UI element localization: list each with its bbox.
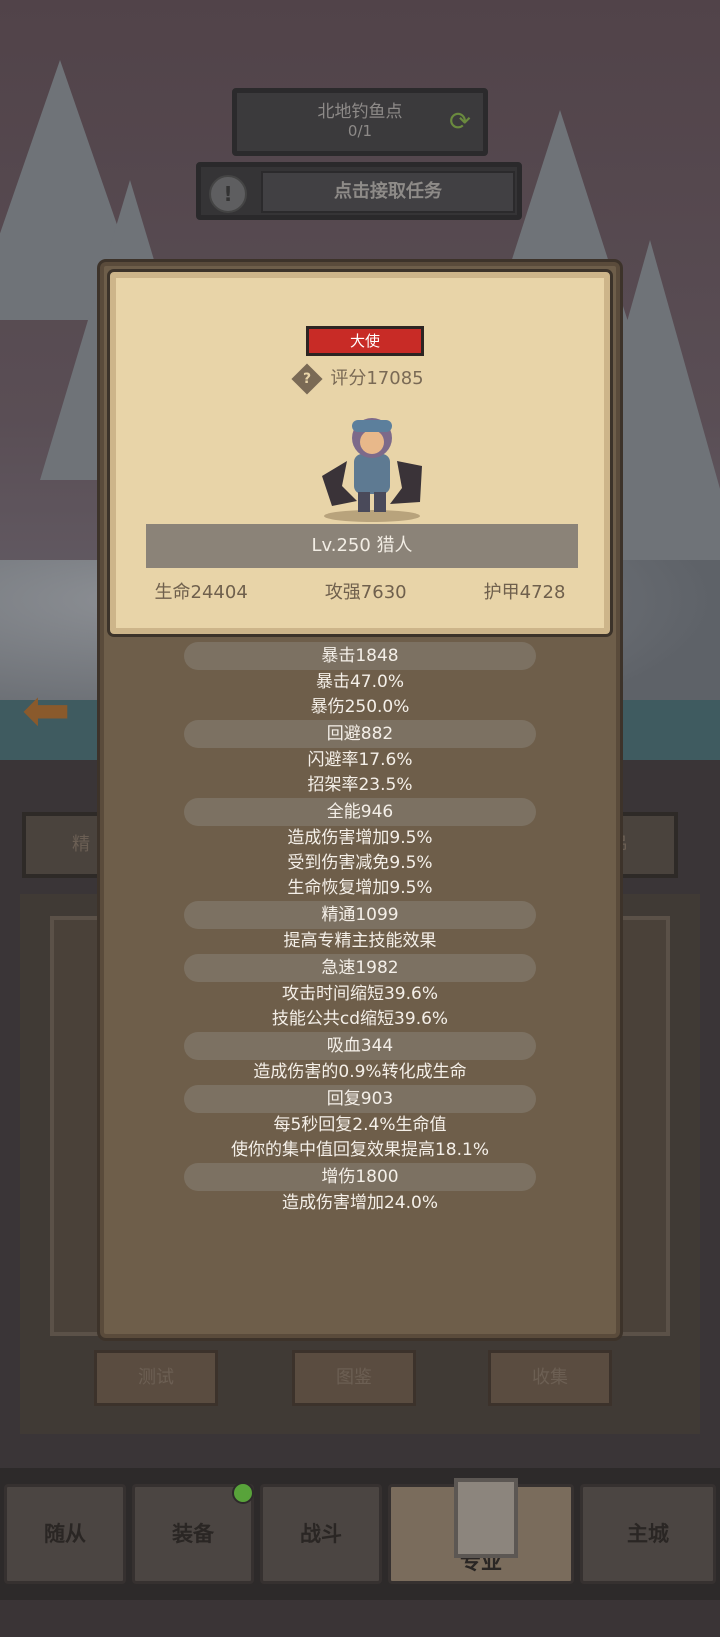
nav-main-city-label: 主城 [627,1522,669,1546]
attr-line: 造成伤害的0.9%转化成生命 [253,1062,467,1082]
attr-line: 生命恢复增加9.5% [287,878,433,898]
rank-badge: 大使 [306,326,424,356]
back-arrow-icon[interactable]: ⬅ [22,680,88,740]
bg-tab-left-label: 精 [72,834,90,855]
attr-line: 攻击时间缩短39.6% [281,984,438,1004]
bg-button-atlas[interactable]: 图鉴 [292,1350,416,1406]
main-stats: 生命24404 攻强7630 护甲4728 [116,578,604,604]
attr-header-haste: 急速1982 [184,954,536,982]
hero-detail-popup: 大使 ? 评分17085 Lv.250 猎人 生命24404 攻强7630 护甲4… [100,262,620,1338]
attr-header-crit: 暴击1848 [184,642,536,670]
attr-line: 暴伤250.0% [310,697,410,717]
attr-line: 造成伤害增加24.0% [281,1193,438,1213]
attr-line: 每5秒回复2.4%生命值 [273,1115,447,1135]
score-text: 评分17085 [330,368,424,389]
level-name-bar: Lv.250 猎人 [146,524,578,568]
attr-line: 招架率23.5% [307,775,413,795]
bg-tab-left[interactable]: 精 [22,812,102,878]
attr-line: 受到伤害减免9.5% [287,853,433,873]
attr-line: 技能公共cd缩短39.6% [271,1009,449,1029]
stat-attack: 攻强7630 [324,582,407,603]
notification-badge [232,1482,254,1504]
accept-quest-bar: ! 点击接取任务 [196,162,522,220]
bg-button-collect-label: 收集 [532,1367,568,1388]
attr-header-versatility: 全能946 [184,798,536,826]
refresh-icon[interactable]: ⟳ [445,107,475,137]
nav-battle[interactable]: 战斗 [260,1484,382,1584]
bottom-nav: 随从 装备 战斗 专业 主城 [0,1468,720,1600]
attr-line: 暴击47.0% [315,672,404,692]
attr-line: 提高专精主技能效果 [283,931,437,951]
exclamation-icon: ! [209,175,247,213]
profession-book-icon [454,1478,518,1558]
attr-header-regen: 回复903 [184,1085,536,1113]
hero-card: 大使 ? 评分17085 Lv.250 猎人 生命24404 攻强7630 护甲4… [110,272,610,634]
attr-header-lifesteal: 吸血344 [184,1032,536,1060]
help-icon[interactable]: ? [291,363,323,395]
attr-header-damage: 增伤1800 [184,1163,536,1191]
stat-hp: 生命24404 [154,582,248,603]
attr-header-dodge: 回避882 [184,720,536,748]
bg-button-test[interactable]: 测试 [94,1350,218,1406]
hunter-character [322,418,422,522]
quest-box[interactable]: 北地钓鱼点 0/1 ⟳ [232,88,488,156]
bg-button-atlas-label: 图鉴 [336,1367,372,1388]
nav-followers-label: 随从 [44,1522,86,1546]
score-row: ? 评分17085 [116,363,604,395]
bg-button-collect[interactable]: 收集 [488,1350,612,1406]
attr-line: 闪避率17.6% [307,750,413,770]
attribute-list: 暴击1848 暴击47.0% 暴伤250.0% 回避882 闪避率17.6% 招… [104,642,616,1216]
attr-line: 使你的集中值回复效果提高18.1% [230,1140,489,1160]
nav-equipment-label: 装备 [172,1522,214,1546]
accept-quest-button[interactable]: 点击接取任务 [261,171,515,213]
nav-main-city[interactable]: 主城 [580,1484,716,1584]
nav-battle-label: 战斗 [300,1522,342,1546]
bg-button-test-label: 测试 [138,1367,174,1388]
nav-followers[interactable]: 随从 [4,1484,126,1584]
attr-line: 造成伤害增加9.5% [287,828,433,848]
stat-armor: 护甲4728 [483,582,566,603]
attr-header-mastery: 精通1099 [184,901,536,929]
